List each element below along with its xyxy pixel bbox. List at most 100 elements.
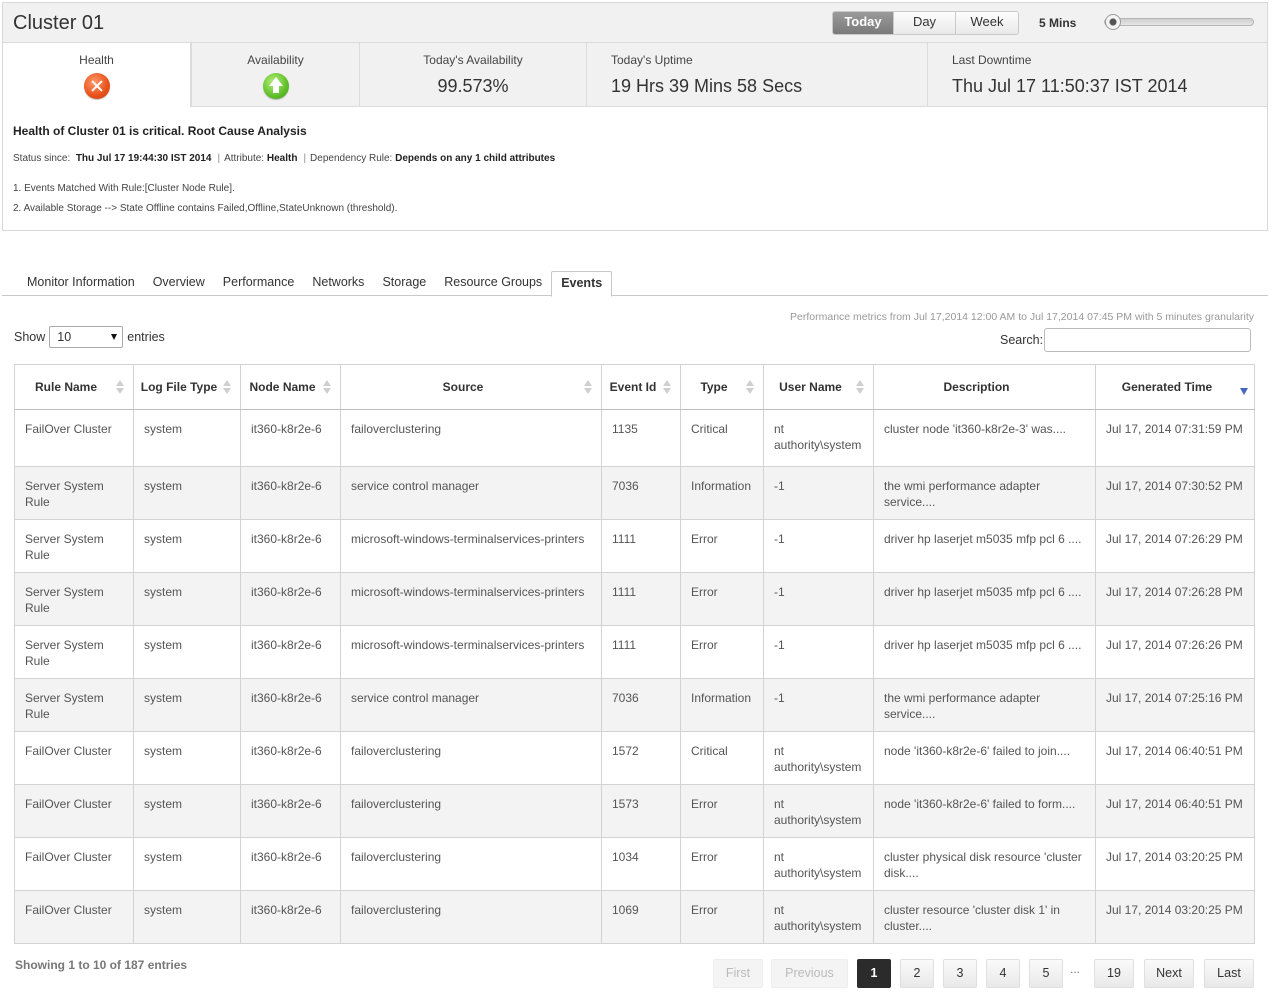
tab-networks[interactable]: Networks	[303, 271, 373, 295]
todays-uptime-value: 19 Hrs 39 Mins 58 Secs	[611, 76, 803, 96]
cell-rule-name: Server System Rule	[14, 519, 134, 573]
table-info: Showing 1 to 10 of 187 entries	[15, 958, 188, 972]
tab-resource-groups[interactable]: Resource Groups	[435, 271, 551, 295]
meta-divider: |	[303, 153, 307, 164]
entries-label: entries	[127, 330, 165, 344]
cell-user-name: nt authority\system	[763, 837, 874, 891]
table-row[interactable]: FailOver Cluster system it360-k8r2e-6 failo…	[14, 731, 1255, 785]
table-search: Search:	[1000, 328, 1252, 352]
cell-log-file-type: system	[133, 519, 241, 573]
cell-event-id: 7036	[601, 678, 681, 732]
page-19-button[interactable]: 19	[1094, 959, 1134, 988]
tab-performance[interactable]: Performance	[214, 271, 304, 295]
page-title: Cluster 01	[13, 12, 105, 34]
column-header-node-name[interactable]: Node Name	[240, 364, 341, 410]
events-table-body: FailOver Cluster system it360-k8r2e-6 failo…	[14, 409, 1255, 944]
search-label: Search:	[1000, 333, 1044, 347]
range-week-button[interactable]: Week	[955, 12, 1018, 34]
todays-availability-metric: Today's Availability 99.573%	[359, 43, 586, 107]
table-row[interactable]: Server System Rule system it360-k8r2e-6 mic…	[14, 519, 1255, 573]
cell-event-id: 1069	[601, 890, 681, 944]
monitor-tabs: Monitor Information Overview Performance…	[2, 271, 1268, 297]
cell-log-file-type: system	[133, 890, 241, 944]
table-row[interactable]: FailOver Cluster system it360-k8r2e-6 failo…	[14, 784, 1255, 838]
first-page-button[interactable]: First	[713, 959, 763, 988]
tab-monitor-information[interactable]: Monitor Information	[2, 271, 144, 295]
availability-label: Availability	[247, 53, 304, 67]
tab-storage[interactable]: Storage	[373, 271, 435, 295]
sort-icon	[323, 380, 331, 394]
sort-icon	[116, 380, 124, 394]
table-row[interactable]: Server System Rule system it360-k8r2e-6 ser…	[14, 466, 1255, 520]
cell-type: Information	[680, 678, 764, 732]
next-page-button[interactable]: Next	[1144, 959, 1194, 988]
cell-description: the wmi performance adapter service....	[873, 678, 1096, 732]
tab-events[interactable]: Events	[551, 271, 613, 297]
sort-icon	[663, 380, 671, 394]
cell-event-id: 1034	[601, 837, 681, 891]
page-1-button[interactable]: 1	[857, 959, 891, 988]
critical-x-icon[interactable]	[83, 73, 110, 99]
cell-node-name: it360-k8r2e-6	[240, 784, 341, 838]
cell-description: the wmi performance adapter service....	[873, 466, 1096, 520]
page-3-button[interactable]: 3	[943, 959, 977, 988]
column-header-user-name[interactable]: User Name	[763, 364, 874, 410]
column-header-source[interactable]: Source	[340, 364, 602, 410]
search-input[interactable]	[1044, 328, 1252, 352]
previous-page-button[interactable]: Previous	[771, 959, 848, 988]
table-header-row: Rule Name Log File Type Node Name Source…	[14, 364, 1255, 410]
page-5-button[interactable]: 5	[1029, 959, 1063, 988]
cell-source: microsoft-windows-terminalservices-print…	[340, 519, 602, 573]
tab-overview[interactable]: Overview	[144, 271, 214, 295]
cell-log-file-type: system	[133, 784, 241, 838]
table-row[interactable]: Server System Rule system it360-k8r2e-6 mic…	[14, 625, 1255, 679]
sort-icon	[856, 380, 864, 394]
cell-node-name: it360-k8r2e-6	[240, 837, 341, 891]
cell-log-file-type: system	[133, 572, 241, 626]
last-page-button[interactable]: Last	[1204, 959, 1254, 988]
health-label: Health	[79, 53, 114, 67]
last-downtime-metric: Last Downtime Thu Jul 17 11:50:37 IST 20…	[927, 43, 1267, 107]
cell-log-file-type: system	[133, 409, 241, 467]
cell-rule-name: Server System Rule	[14, 625, 134, 679]
column-header-log-file-type[interactable]: Log File Type	[133, 364, 241, 410]
attribute-label: Attribute:	[224, 153, 265, 164]
range-day-button[interactable]: Day	[893, 12, 955, 34]
todays-availability-value: 99.573%	[437, 76, 509, 96]
rca-line: 2. Available Storage --> State Offline c…	[13, 203, 398, 214]
cell-description: driver hp laserjet m5035 mfp pcl 6 ....	[873, 625, 1096, 679]
table-row[interactable]: Server System Rule system it360-k8r2e-6 mic…	[14, 572, 1255, 626]
column-header-event-id[interactable]: Event Id	[601, 364, 681, 410]
column-header-rule-name[interactable]: Rule Name	[14, 364, 134, 410]
cell-node-name: it360-k8r2e-6	[240, 409, 341, 467]
table-row[interactable]: FailOver Cluster system it360-k8r2e-6 failo…	[14, 409, 1255, 467]
cell-type: Error	[680, 519, 764, 573]
cell-event-id: 7036	[601, 466, 681, 520]
cell-node-name: it360-k8r2e-6	[240, 519, 341, 573]
rca-line: 1. Events Matched With Rule:[Cluster Nod…	[13, 183, 235, 194]
rca-title: Health of Cluster 01 is critical. Root C…	[13, 124, 307, 138]
table-row[interactable]: FailOver Cluster system it360-k8r2e-6 failo…	[14, 837, 1255, 891]
column-header-generated-time[interactable]: Generated Time	[1095, 364, 1255, 410]
performance-metrics-note: Performance metrics from Jul 17,2014 12:…	[790, 311, 1254, 323]
page-2-button[interactable]: 2	[900, 959, 934, 988]
poll-interval-slider[interactable]	[1104, 18, 1254, 26]
cell-generated-time: Jul 17, 2014 06:40:51 PM	[1095, 731, 1255, 785]
cell-event-id: 1572	[601, 731, 681, 785]
cell-description: cluster physical disk resource 'cluster …	[873, 837, 1096, 891]
cell-generated-time: Jul 17, 2014 07:26:29 PM	[1095, 519, 1255, 573]
table-row[interactable]: FailOver Cluster system it360-k8r2e-6 failo…	[14, 890, 1255, 944]
page-4-button[interactable]: 4	[986, 959, 1020, 988]
range-today-button[interactable]: Today	[833, 12, 893, 34]
todays-uptime-metric: Today's Uptime 19 Hrs 39 Mins 58 Secs	[586, 43, 927, 107]
cell-type: Error	[680, 784, 764, 838]
meta-divider: |	[217, 153, 221, 164]
cell-description: driver hp laserjet m5035 mfp pcl 6 ....	[873, 519, 1096, 573]
table-row[interactable]: Server System Rule system it360-k8r2e-6 ser…	[14, 678, 1255, 732]
entries-select[interactable]: 10	[49, 326, 124, 348]
cell-type: Error	[680, 837, 764, 891]
slider-handle[interactable]	[1105, 14, 1121, 30]
column-header-type[interactable]: Type	[680, 364, 764, 410]
column-header-description[interactable]: Description	[873, 364, 1096, 410]
up-arrow-icon[interactable]	[262, 73, 289, 99]
